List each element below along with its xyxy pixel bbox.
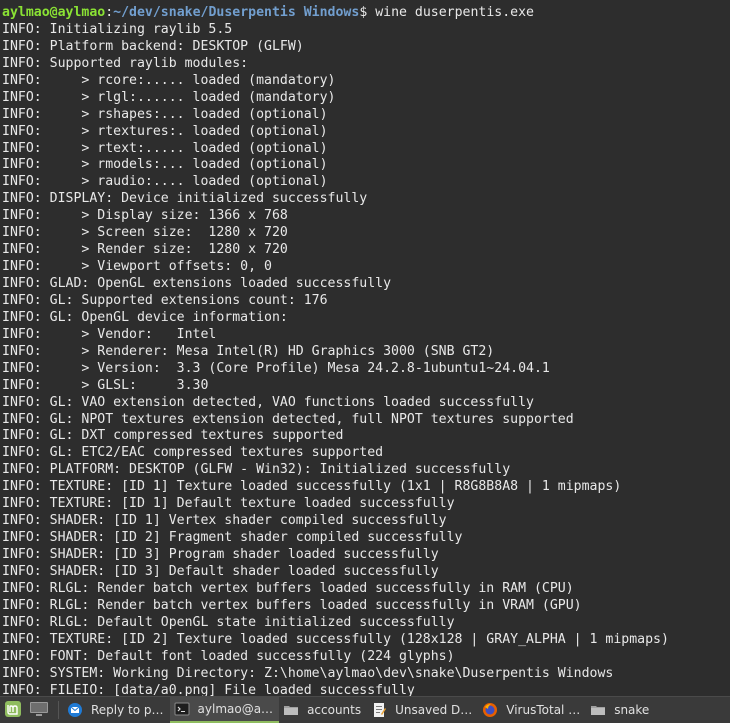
log-line: INFO: > rshapes:... loaded (optional) [2, 106, 328, 122]
prompt-command: wine duserpentis.exe [375, 5, 534, 20]
firefox-icon [482, 702, 498, 718]
taskbar-window-button[interactable]: Reply to p… [63, 697, 170, 723]
log-line: INFO: > Vendor: Intel [2, 326, 217, 342]
log-line: INFO: SHADER: [ID 1] Vertex shader compi… [2, 513, 447, 529]
prompt-line: aylmao@aylmao:~/dev/snake/Duserpentis Wi… [0, 5, 730, 22]
log-line: INFO: FONT: Default font loaded successf… [2, 648, 455, 664]
log-lines: INFO: Initializing raylib 5.5 INFO: Platf… [0, 22, 730, 696]
log-line: INFO: > raudio:.... loaded (optional) [2, 174, 328, 190]
log-line: INFO: > Display size: 1366 x 768 [2, 208, 288, 224]
taskbar-window-button[interactable]: aylmao@a… [169, 697, 280, 723]
taskbar-window-label: aylmao@a… [197, 702, 274, 716]
taskbar: Reply to p… aylmao@a… accounts Unsaved D… Vi… [0, 696, 730, 723]
taskbar-window-label: VirusTotal … [506, 703, 581, 717]
prompt-path: ~/dev/snake/Duserpentis Windows [113, 5, 360, 20]
prompt-separator: : [105, 5, 114, 20]
log-line: INFO: FILEIO: [data/a0.png] File loaded … [2, 682, 415, 697]
log-line: INFO: GL: Supported extensions count: 17… [2, 292, 328, 308]
log-line: INFO: > rlgl:...... loaded (mandatory) [2, 89, 336, 105]
log-line: INFO: > Renderer: Mesa Intel(R) HD Graph… [2, 343, 495, 359]
log-line: INFO: PLATFORM: DESKTOP (GLFW - Win32): … [2, 462, 511, 478]
log-line: INFO: TEXTURE: [ID 2] Texture loaded suc… [2, 631, 669, 647]
text-editor-icon [371, 702, 387, 718]
log-line: INFO: SYSTEM: Working Directory: Z:\home… [2, 665, 614, 681]
log-line: INFO: > Version: 3.3 (Core Profile) Mesa… [2, 360, 550, 376]
log-line: INFO: GL: VAO extension detected, VAO fu… [2, 394, 534, 410]
log-line: INFO: > rcore:..... loaded (mandatory) [2, 72, 336, 88]
taskbar-window-label: accounts [307, 703, 362, 717]
log-line: INFO: Platform backend: DESKTOP (GLFW) [2, 38, 304, 54]
mint-menu-button[interactable] [0, 697, 26, 723]
folder-icon [283, 702, 299, 718]
taskbar-window-button[interactable]: VirusTotal … [478, 697, 586, 723]
log-line: INFO: SHADER: [ID 3] Default shader load… [2, 563, 439, 579]
log-line: INFO: > Render size: 1280 x 720 [2, 242, 288, 258]
window-list: Reply to p… aylmao@a… accounts Unsaved D… Vi… [63, 697, 655, 723]
log-line: INFO: > Viewport offsets: 0, 0 [2, 259, 272, 275]
log-line: INFO: TEXTURE: [ID 1] Texture loaded suc… [2, 479, 622, 495]
log-line: INFO: SHADER: [ID 3] Program shader load… [2, 547, 439, 562]
taskbar-window-label: Unsaved D… [395, 703, 473, 717]
log-line: INFO: GL: OpenGL device information: [2, 309, 288, 325]
taskbar-window-button[interactable]: Unsaved D… [367, 697, 478, 723]
log-line: INFO: SHADER: [ID 2] Fragment shader com… [2, 530, 463, 546]
log-line: INFO: > rtext:..... loaded (optional) [2, 140, 328, 156]
terminal-icon [174, 701, 190, 717]
taskbar-window-label: Reply to p… [91, 703, 164, 717]
log-line: INFO: RLGL: Render batch vertex buffers … [2, 597, 582, 613]
prompt-symbol: $ [359, 5, 376, 20]
log-line: INFO: > Screen size: 1280 x 720 [2, 225, 288, 241]
log-line: INFO: Initializing raylib 5.5 [2, 21, 233, 37]
taskbar-window-button[interactable]: snake [586, 697, 655, 723]
log-line: INFO: > GLSL: 3.30 [2, 377, 209, 393]
thunderbird-icon [67, 702, 83, 718]
taskbar-separator [58, 701, 59, 719]
log-line: INFO: GL: DXT compressed textures suppor… [2, 428, 344, 444]
prompt-user-host: aylmao@aylmao [2, 5, 106, 20]
show-desktop-icon [29, 701, 49, 720]
linux-mint-menu-icon [4, 700, 22, 721]
log-line: INFO: TEXTURE: [ID 1] Default texture lo… [2, 496, 455, 512]
log-line: INFO: RLGL: Render batch vertex buffers … [2, 580, 574, 596]
log-line: INFO: Supported raylib modules: [2, 55, 249, 71]
log-line: INFO: GL: ETC2/EAC compressed textures s… [2, 445, 384, 461]
log-line: INFO: DISPLAY: Device initialized succes… [2, 191, 368, 207]
log-line: INFO: > rmodels:... loaded (optional) [2, 157, 328, 173]
terminal-window[interactable]: aylmao@aylmao:~/dev/snake/Duserpentis Wi… [0, 0, 730, 696]
taskbar-window-label: snake [614, 703, 650, 717]
taskbar-window-button[interactable]: accounts [279, 697, 367, 723]
log-line: INFO: > rtextures:. loaded (optional) [2, 123, 328, 139]
terminal-output: aylmao@aylmao:~/dev/snake/Duserpentis Wi… [0, 5, 730, 696]
log-line: INFO: GLAD: OpenGL extensions loaded suc… [2, 276, 392, 291]
folder-icon [590, 702, 606, 718]
log-line: INFO: RLGL: Default OpenGL state initial… [2, 614, 455, 630]
show-desktop-button[interactable] [26, 697, 52, 723]
log-line: INFO: GL: NPOT textures extension detect… [2, 411, 574, 427]
